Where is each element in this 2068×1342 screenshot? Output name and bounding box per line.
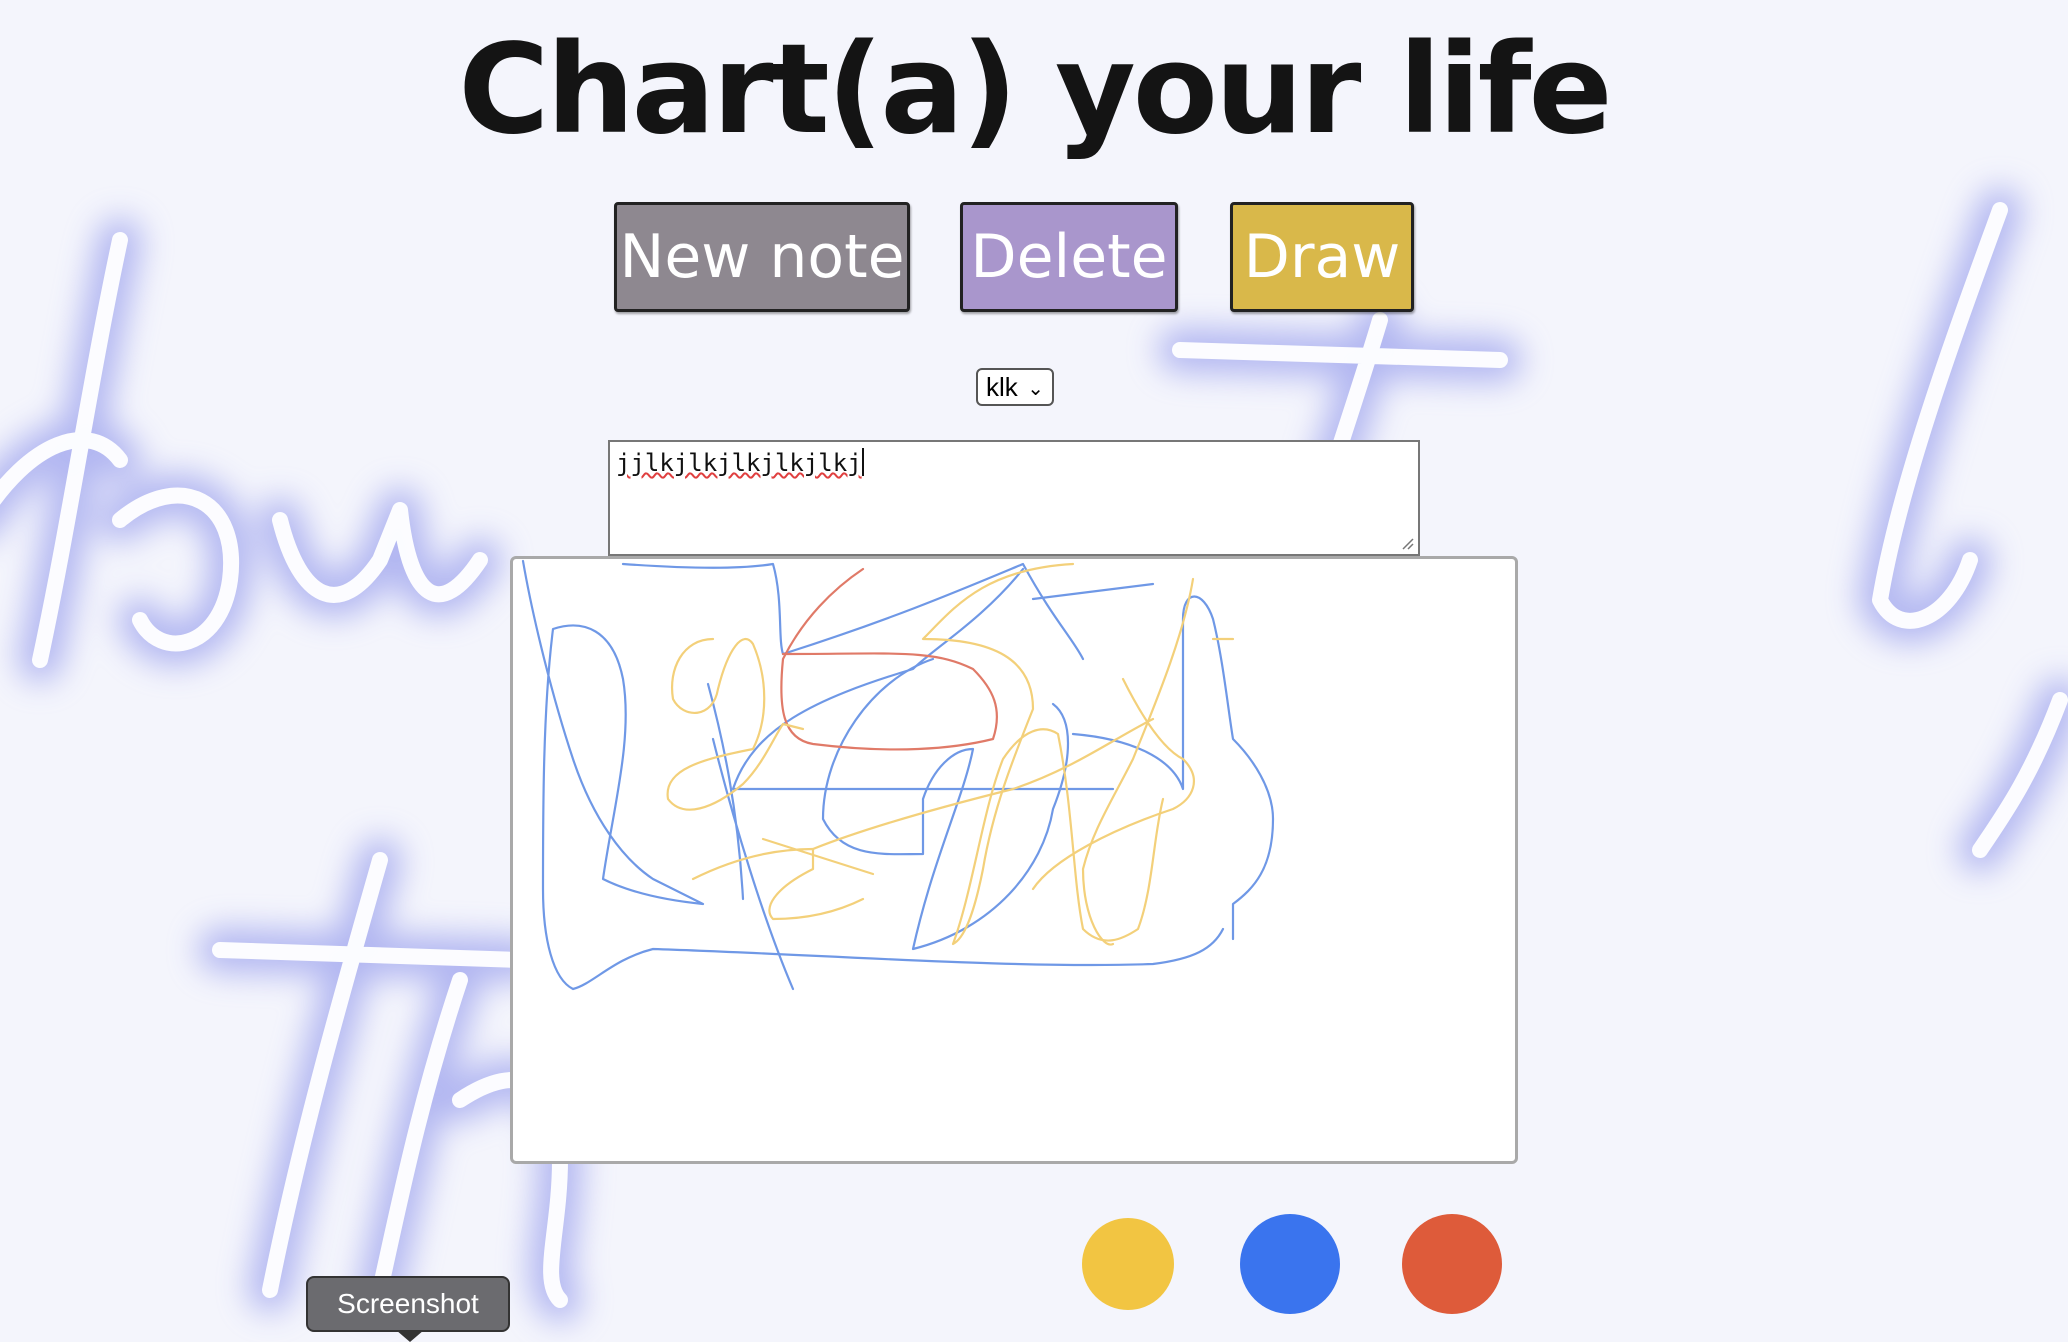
stroke-yellow — [811, 677, 1195, 891]
color-swatch-red[interactable] — [1402, 1214, 1502, 1314]
stroke-yellow — [921, 562, 1165, 946]
stroke-yellow — [691, 837, 875, 921]
stroke-blue — [731, 567, 1115, 791]
chevron-down-icon: ⌄ — [1027, 378, 1044, 400]
note-text-value: jjlkjlkjlkjlkjlkj — [616, 449, 862, 477]
color-swatch-yellow[interactable] — [1082, 1218, 1174, 1310]
screenshot-tooltip: Screenshot — [306, 1276, 510, 1332]
note-textarea[interactable]: jjlkjlkjlkjlkjlkj — [608, 440, 1420, 556]
note-select[interactable]: klk ⌄ — [976, 368, 1054, 406]
delete-button[interactable]: Delete — [960, 202, 1178, 312]
resize-grip-icon[interactable] — [1400, 536, 1414, 550]
drawing-strokes — [521, 559, 1275, 991]
page-title: Chart(a) your life — [458, 18, 1612, 162]
stroke-blue — [521, 559, 1225, 991]
draw-button[interactable]: Draw — [1230, 202, 1414, 312]
stroke-yellow — [1081, 577, 1235, 946]
note-select-value: klk — [986, 371, 1018, 402]
tooltip-arrow — [396, 1330, 424, 1342]
new-note-button[interactable]: New note — [614, 202, 910, 312]
color-swatch-blue[interactable] — [1240, 1214, 1340, 1314]
stroke-blue — [821, 657, 1069, 951]
stroke-red — [780, 567, 998, 751]
drawing-canvas[interactable] — [510, 556, 1518, 1164]
text-caret — [861, 448, 864, 476]
